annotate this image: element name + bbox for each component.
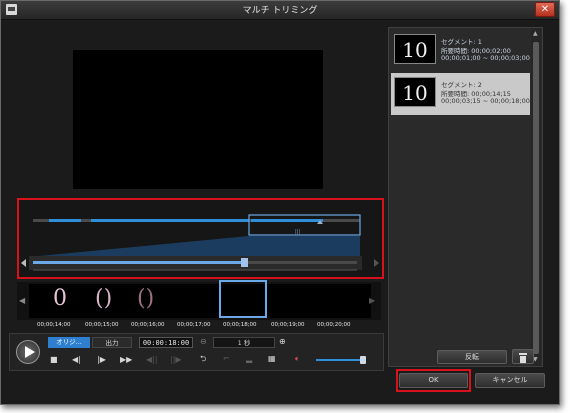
tick-label: 00;00;14;00 bbox=[37, 322, 71, 328]
tick-label: 00;00;15;00 bbox=[85, 322, 119, 328]
segment-range: 00;00;01;00 ~ 00;00;03;00 bbox=[441, 54, 530, 62]
tick-label: 00;00;18;00 bbox=[223, 322, 257, 328]
close-button[interactable]: ✕ bbox=[535, 2, 555, 17]
zoom-level-field[interactable]: 1 秒 bbox=[213, 337, 275, 348]
loop-icon[interactable]: ⮌ bbox=[200, 355, 206, 363]
segment-thumbnail: 10 bbox=[394, 77, 436, 107]
tick-label: 00;00;16;00 bbox=[131, 322, 165, 328]
previous-frame-icon[interactable]: ◀| bbox=[72, 356, 81, 364]
tick-label: 00;00;17;00 bbox=[177, 322, 211, 328]
current-frame-selection[interactable] bbox=[219, 280, 267, 318]
strip-left-arrow-icon[interactable]: ◀ bbox=[19, 297, 25, 305]
segment-range: 00;00;03;15 ~ 00;00;18;00 bbox=[441, 97, 530, 105]
zoom-out-icon[interactable]: ⊖ bbox=[200, 338, 207, 346]
stop-icon[interactable]: ■ bbox=[50, 356, 58, 364]
volume-slider[interactable] bbox=[316, 359, 364, 361]
split-icon: ▂ bbox=[246, 354, 253, 363]
fast-forward-icon[interactable]: ▶▶ bbox=[120, 356, 132, 364]
ok-button[interactable]: OK bbox=[399, 373, 468, 388]
playback-controls: オリジ... 出力 00:00:18:00 ⊖ 1 秒 ⊕ ■ ◀| |▶ ▶▶… bbox=[9, 333, 384, 371]
tick-label: 00;00;20;00 bbox=[317, 322, 351, 328]
thumbnail-frame-2: () bbox=[95, 286, 113, 311]
reverse-button[interactable]: 反転 bbox=[437, 350, 507, 364]
segment-item-1[interactable]: 10 セグメント: 1 所要時間: 00;00;02;00 00;00;01;0… bbox=[391, 30, 530, 72]
title-bar: マルチ トリミング ✕ bbox=[1, 1, 559, 20]
thumbnail-frame-3: () bbox=[137, 286, 155, 311]
overview-timeline[interactable]: ||| bbox=[19, 200, 382, 277]
multi-segment-icon[interactable]: ▦ bbox=[268, 355, 276, 363]
delete-segment-button[interactable] bbox=[512, 349, 534, 364]
trim-icon: ⌐ bbox=[223, 354, 230, 363]
scrollbar-thumb[interactable] bbox=[533, 42, 539, 354]
play-icon bbox=[25, 346, 35, 358]
scroll-up-icon[interactable]: ▲ bbox=[533, 30, 538, 37]
volume-slider-handle[interactable] bbox=[360, 356, 366, 364]
thumbnail-strip[interactable]: ◀ ▶ 0 () () bbox=[17, 280, 381, 320]
thumbnail-track bbox=[29, 284, 371, 318]
play-button[interactable] bbox=[16, 340, 40, 364]
trash-icon bbox=[519, 353, 527, 363]
window-title: マルチ トリミング bbox=[242, 6, 318, 16]
segment-thumbnail: 10 bbox=[394, 34, 436, 64]
mark-in-icon: ◀|| bbox=[146, 355, 158, 364]
tab-output[interactable]: 出力 bbox=[92, 337, 132, 348]
next-frame-icon[interactable]: |▶ bbox=[97, 356, 106, 364]
strip-right-arrow-icon[interactable]: ▶ bbox=[369, 297, 375, 305]
timecode-display[interactable]: 00:00:18:00 bbox=[139, 337, 193, 348]
mark-out-icon: ||▶ bbox=[170, 355, 182, 364]
tick-label: 00;00;19;00 bbox=[271, 322, 305, 328]
multi-trim-window: マルチ トリミング ✕ ||| ◀ ▶ 0 () () 00;00;14;00 … bbox=[0, 0, 560, 405]
volume-icon[interactable]: 🔈︎ bbox=[295, 355, 300, 363]
tab-original[interactable]: オリジ... bbox=[48, 337, 90, 348]
zoom-in-icon[interactable]: ⊕ bbox=[279, 338, 286, 346]
svg-text:|||: ||| bbox=[295, 229, 300, 235]
segment-list-panel: 10 セグメント: 1 所要時間: 00;00;02;00 00;00;01;0… bbox=[388, 27, 543, 367]
thumbnail-frame-1: 0 bbox=[53, 286, 67, 311]
video-preview bbox=[73, 50, 323, 189]
cancel-button[interactable]: キャンセル bbox=[475, 373, 545, 388]
segment-item-2[interactable]: 10 セグメント: 2 所要時間: 00;00;14;15 00;00;03;1… bbox=[391, 73, 530, 115]
